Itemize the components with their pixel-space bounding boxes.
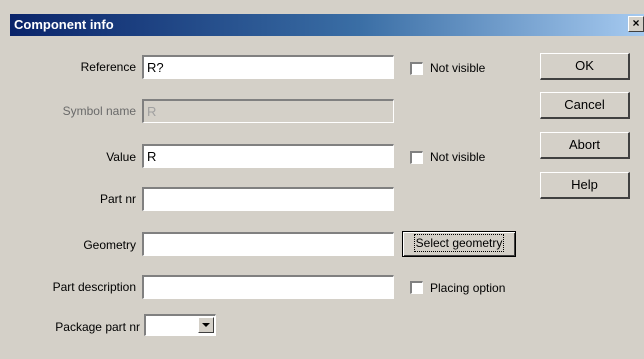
reference-label: Reference — [80, 60, 136, 74]
value-not-visible-label: Not visible — [430, 150, 486, 164]
ok-button[interactable]: OK — [540, 53, 630, 80]
select-geometry-button[interactable]: Select geometry — [402, 231, 516, 257]
chevron-down-icon[interactable] — [198, 317, 214, 333]
package-part-nr-label: Package part nr — [55, 320, 140, 334]
geometry-label: Geometry — [83, 238, 136, 252]
reference-not-visible-label: Not visible — [430, 61, 486, 75]
value-label: Value — [106, 150, 136, 164]
symbol-name-input: R — [142, 99, 394, 123]
select-geometry-label: Select geometry — [413, 234, 505, 252]
part-description-input[interactable] — [142, 275, 394, 299]
title-bar[interactable]: Component info × — [10, 14, 644, 36]
cancel-button[interactable]: Cancel — [540, 92, 630, 119]
close-button[interactable]: × — [628, 16, 644, 32]
close-icon: × — [632, 16, 640, 30]
placing-option-checkbox[interactable] — [410, 281, 423, 294]
dialog-title: Component info — [14, 17, 114, 32]
part-nr-label: Part nr — [99, 192, 136, 206]
value-input[interactable]: R — [142, 144, 394, 168]
help-button[interactable]: Help — [540, 172, 630, 199]
package-part-nr-select[interactable] — [144, 314, 216, 336]
reference-not-visible-checkbox[interactable] — [410, 62, 423, 75]
symbol-name-label: Symbol name — [62, 104, 136, 118]
geometry-input — [142, 232, 394, 256]
reference-input[interactable]: R? — [142, 55, 394, 79]
part-description-label: Part description — [52, 280, 136, 294]
abort-button[interactable]: Abort — [540, 132, 630, 159]
part-nr-input[interactable] — [142, 187, 394, 211]
value-not-visible-checkbox[interactable] — [410, 151, 423, 164]
placing-option-label: Placing option — [430, 281, 506, 295]
component-info-dialog: Component info × Reference R? Not visibl… — [0, 0, 644, 359]
